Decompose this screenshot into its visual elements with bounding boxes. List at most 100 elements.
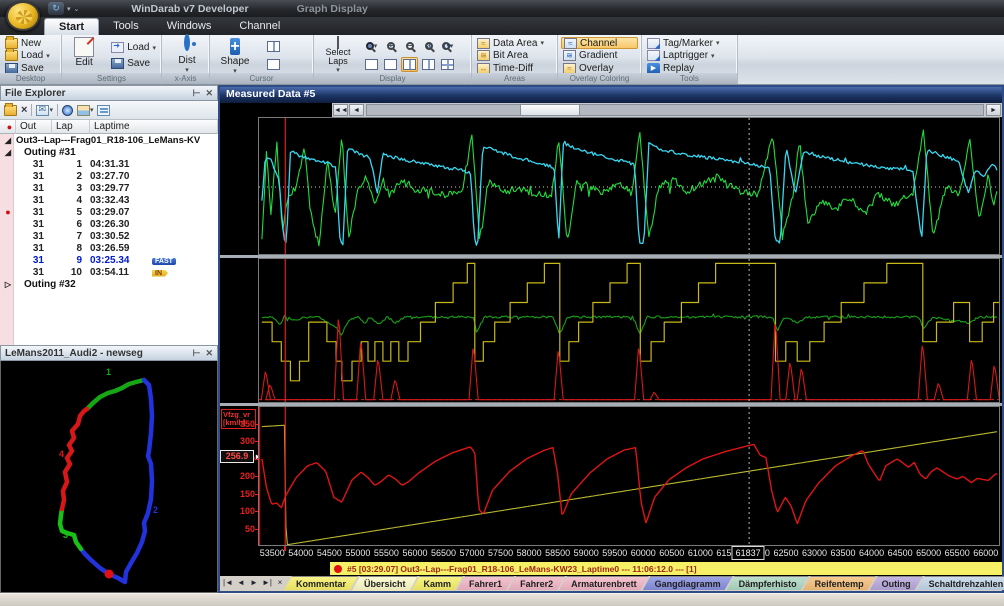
remove-file-button[interactable]: × <box>21 104 27 116</box>
tag-marker-button[interactable]: Tag/Marker▾ <box>645 37 734 49</box>
ribbon-tab-windows[interactable]: Windows <box>153 18 226 35</box>
sheet-nav-4[interactable]: × <box>274 578 286 587</box>
expander-icon[interactable]: ◢ <box>0 148 16 157</box>
lap-out-cell: 31 <box>16 183 52 194</box>
measured-data-titlebar[interactable]: Measured Data #5 <box>220 87 1002 103</box>
load-settings-button[interactable]: Load▾ <box>109 42 158 54</box>
marker-column-icon: ● <box>0 120 16 134</box>
sheet-tab-kommentar[interactable]: Kommentar <box>284 576 358 590</box>
pin-icon[interactable]: ⊢ <box>193 88 201 99</box>
layout-two-icon <box>384 59 397 70</box>
ribbon-group-settings: Edit Load▾ Save Settings <box>62 35 162 84</box>
load-desktop-button[interactable]: Load▾ <box>3 50 58 62</box>
lap-row[interactable]: 31903:25.34FAST <box>0 254 218 266</box>
tree-root-row[interactable]: ◢Out3--Lap---Frag01_R18-106_LeMans-KV <box>0 134 218 146</box>
channel-coloring-button[interactable]: ≈Channel <box>561 37 638 49</box>
save-settings-button[interactable]: Save <box>109 58 158 70</box>
zoom-mode-button[interactable]: ▾ <box>363 39 380 54</box>
zoom-time-button[interactable]: ◷▾ <box>439 39 456 54</box>
sheet-tab-fahrer2[interactable]: Fahrer2 <box>508 576 565 590</box>
lap-row[interactable]: 31603:26.30 <box>0 218 218 230</box>
lap-row[interactable]: 31703:30.52 <box>0 230 218 242</box>
lap-row[interactable]: 311003:54.11IN <box>0 266 218 278</box>
lap-out-cell: 31 <box>16 207 52 218</box>
y-tick-label: 100 <box>240 506 255 516</box>
outing-row[interactable]: ◢Outing #31 <box>0 146 218 158</box>
file-explorer-column-header[interactable]: ● Out Lap Laptime <box>0 120 218 134</box>
zoom-fit-button[interactable]: a <box>420 39 437 54</box>
sheet-nav-1[interactable]: ◄ <box>235 578 247 587</box>
sheet-tab-schaltdrehzahlen[interactable]: Schaltdrehzahlen <box>917 576 1004 590</box>
sync-icon[interactable]: ↻ <box>48 2 64 15</box>
picture-button[interactable]: ▾ <box>77 105 94 116</box>
layout-single-button[interactable] <box>363 57 380 72</box>
file-explorer-titlebar: File Explorer ⊢ ✕ <box>0 85 218 101</box>
layout-split-button[interactable] <box>401 57 418 72</box>
edit-settings-button[interactable]: Edit <box>65 37 103 74</box>
cursor-option-2-button[interactable] <box>265 57 282 72</box>
cursor-option-1-button[interactable] <box>265 39 282 54</box>
sheet-tab--bersicht[interactable]: Übersicht <box>352 576 418 591</box>
lap-row[interactable]: 31803:26.59 <box>0 242 218 254</box>
expander-icon[interactable]: ◢ <box>0 136 16 145</box>
zoom-in-button[interactable]: + <box>382 39 399 54</box>
sheet-tab-d-mpferhisto[interactable]: Dämpferhisto <box>727 576 809 590</box>
send-button[interactable]: ▾ <box>36 105 53 116</box>
bit-area-button[interactable]: ≋Bit Area <box>475 50 554 62</box>
scroll-left-button[interactable]: ◄ <box>349 104 364 116</box>
quick-access-dropdown-icon[interactable]: ▾ <box>67 5 71 13</box>
outing2-row[interactable]: ▷Outing #32 <box>0 278 218 290</box>
sheet-tab-fahrer1[interactable]: Fahrer1 <box>457 576 514 590</box>
pin-icon[interactable]: ⊢ <box>193 348 201 359</box>
laptrigger-button[interactable]: Laptrigger▾ <box>645 50 734 62</box>
chart-middle[interactable] <box>258 258 1000 403</box>
scroll-far-left-button[interactable]: ◄◄ <box>333 104 348 116</box>
sheet-tab-gangdiagramm[interactable]: Gangdiagramm <box>643 576 733 590</box>
lap-out-cell: 31 <box>16 255 52 266</box>
dist-xaxis-button[interactable]: Dist▾ <box>165 37 209 74</box>
ribbon-tab-start[interactable]: Start <box>44 18 99 35</box>
file-explorer-toolbar: × ▾ ▾ <box>0 101 218 120</box>
layout-grid-button[interactable] <box>439 57 456 72</box>
ribbon-collapse-icon[interactable]: ⌄ <box>74 5 80 13</box>
shape-cursor-button[interactable]: + Shape▾ <box>213 37 257 74</box>
legend-strip[interactable]: #5 [03:29.07] Out3--Lap---Frag01_R18-106… <box>330 562 1002 575</box>
x-tick-label: 64000 <box>859 548 884 558</box>
scrollbar-thumb[interactable] <box>520 104 580 116</box>
close-icon[interactable]: ✕ <box>205 88 213 99</box>
sheet-nav-0[interactable]: |◄ <box>222 578 234 587</box>
lap-row[interactable]: 31303:29.77 <box>0 182 218 194</box>
ribbon-tab-channel[interactable]: Channel <box>225 18 294 35</box>
sheet-nav-2[interactable]: ► <box>248 578 260 587</box>
open-file-button[interactable] <box>4 105 17 116</box>
x-tick-label: 65000 <box>916 548 941 558</box>
sheet-tab-armaturenbrett[interactable]: Armaturenbrett <box>559 576 649 590</box>
lap-row[interactable]: 31104:31.31 <box>0 158 218 170</box>
data-area-button[interactable]: ≈Data Area▾ <box>475 37 554 49</box>
lap-row[interactable]: ●31503:29.07 <box>0 206 218 218</box>
expander-icon[interactable]: ▷ <box>0 280 16 289</box>
layout-two-button[interactable] <box>382 57 399 72</box>
gradient-coloring-button[interactable]: ≋Gradient <box>561 50 638 62</box>
sheet-tab-reifentemp[interactable]: Reifentemp <box>803 576 876 590</box>
x-tick-label: 58000 <box>517 548 542 558</box>
select-laps-button[interactable]: Select Laps▾ <box>317 37 359 74</box>
search-button[interactable] <box>62 105 73 116</box>
sheet-tab-outing-report[interactable]: Outing report <box>870 576 923 590</box>
ribbon-tab-tools[interactable]: Tools <box>99 18 153 35</box>
lap-row[interactable]: 31203:27.70 <box>0 170 218 182</box>
scrollbar-track[interactable] <box>366 104 984 116</box>
sheet-nav-3[interactable]: ►| <box>261 578 273 587</box>
zoom-out-button[interactable]: − <box>401 39 418 54</box>
x-tick-label: 63000 <box>802 548 827 558</box>
close-icon[interactable]: ✕ <box>205 348 213 359</box>
app-orb-button[interactable] <box>6 1 40 31</box>
sheet-tab-kamm[interactable]: Kamm <box>412 576 464 590</box>
layout-vertical-button[interactable] <box>420 57 437 72</box>
report-button[interactable] <box>97 105 110 116</box>
scroll-right-button[interactable]: ► <box>986 104 1001 116</box>
chart-top[interactable] <box>258 117 1000 255</box>
lap-row[interactable]: 31403:32.43 <box>0 194 218 206</box>
lap-number-cell: 4 <box>52 195 90 206</box>
chart-bottom[interactable] <box>258 406 1000 546</box>
